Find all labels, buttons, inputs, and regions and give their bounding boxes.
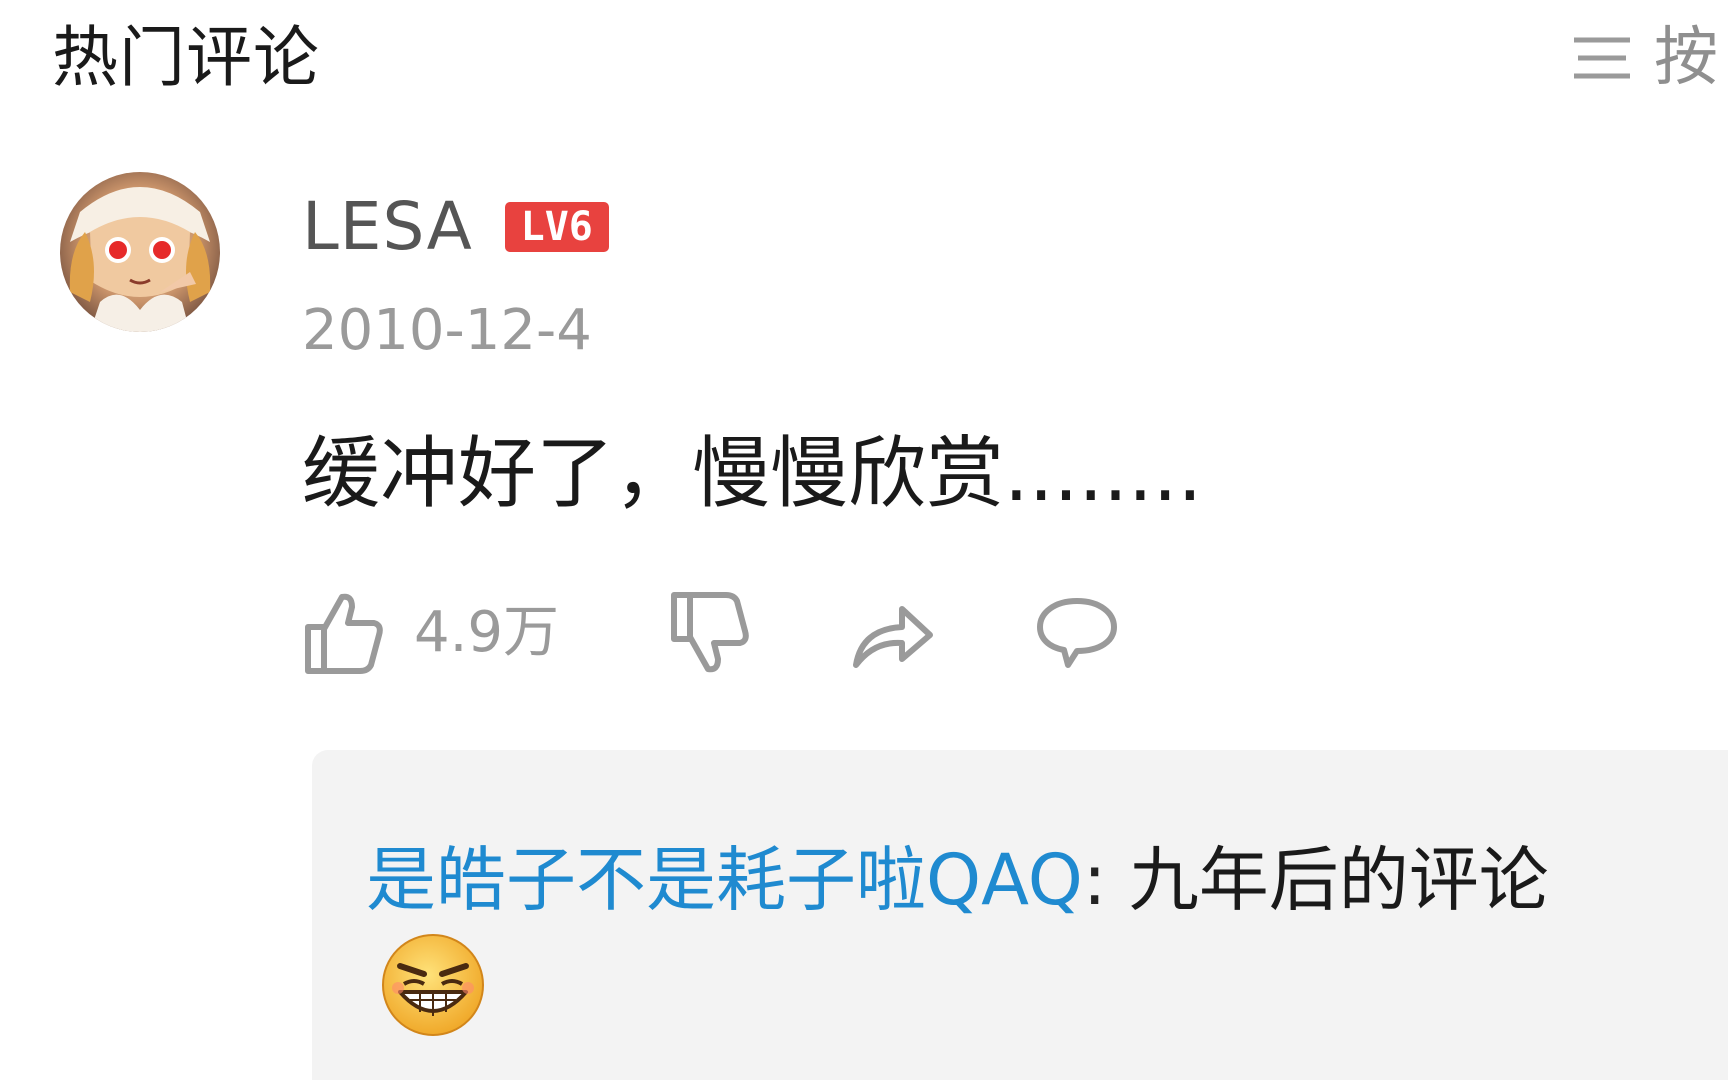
- dislike-button[interactable]: [668, 588, 750, 678]
- level-badge: LV6: [504, 202, 609, 252]
- reply-button[interactable]: [1034, 588, 1120, 678]
- thumbs-up-icon: [302, 591, 384, 675]
- reply-line: 是皓子不是耗子啦QAQ: 九年后的评论: [366, 830, 1549, 930]
- share-button[interactable]: [850, 588, 936, 678]
- like-count: 4.9万: [414, 600, 560, 665]
- grinning-face-emoji-icon: [380, 932, 486, 1038]
- reply-preview-box[interactable]: 是皓子不是耗子啦QAQ: 九年后的评论: [312, 750, 1728, 1080]
- username[interactable]: LESA: [302, 190, 473, 264]
- comment-actions: 4.9万: [0, 588, 1728, 678]
- like-button[interactable]: 4.9万: [302, 588, 559, 678]
- sort-label: 按: [1654, 21, 1718, 95]
- speech-bubble-icon: [1034, 595, 1120, 671]
- share-arrow-icon: [850, 595, 936, 671]
- sort-button[interactable]: 按: [1572, 18, 1718, 98]
- thumbs-down-icon: [668, 591, 750, 675]
- comment-text: 缓冲好了，慢慢欣赏........: [302, 429, 1203, 519]
- avatar[interactable]: [60, 172, 220, 332]
- hot-comments-title: 热门评论: [52, 19, 320, 96]
- reply-username-link[interactable]: 是皓子不是耗子啦QAQ: [366, 839, 1083, 921]
- menu-lines-icon: [1572, 34, 1632, 82]
- username-row: LESA LV6: [302, 190, 609, 264]
- reply-text: 九年后的评论: [1106, 839, 1549, 921]
- comment-screen: 热门评论 按 LESA LV6 2010-12-4 缓冲好了，慢慢欣赏.....…: [0, 0, 1728, 1080]
- comment-date: 2010-12-4: [302, 298, 592, 363]
- reply-colon: :: [1082, 839, 1107, 921]
